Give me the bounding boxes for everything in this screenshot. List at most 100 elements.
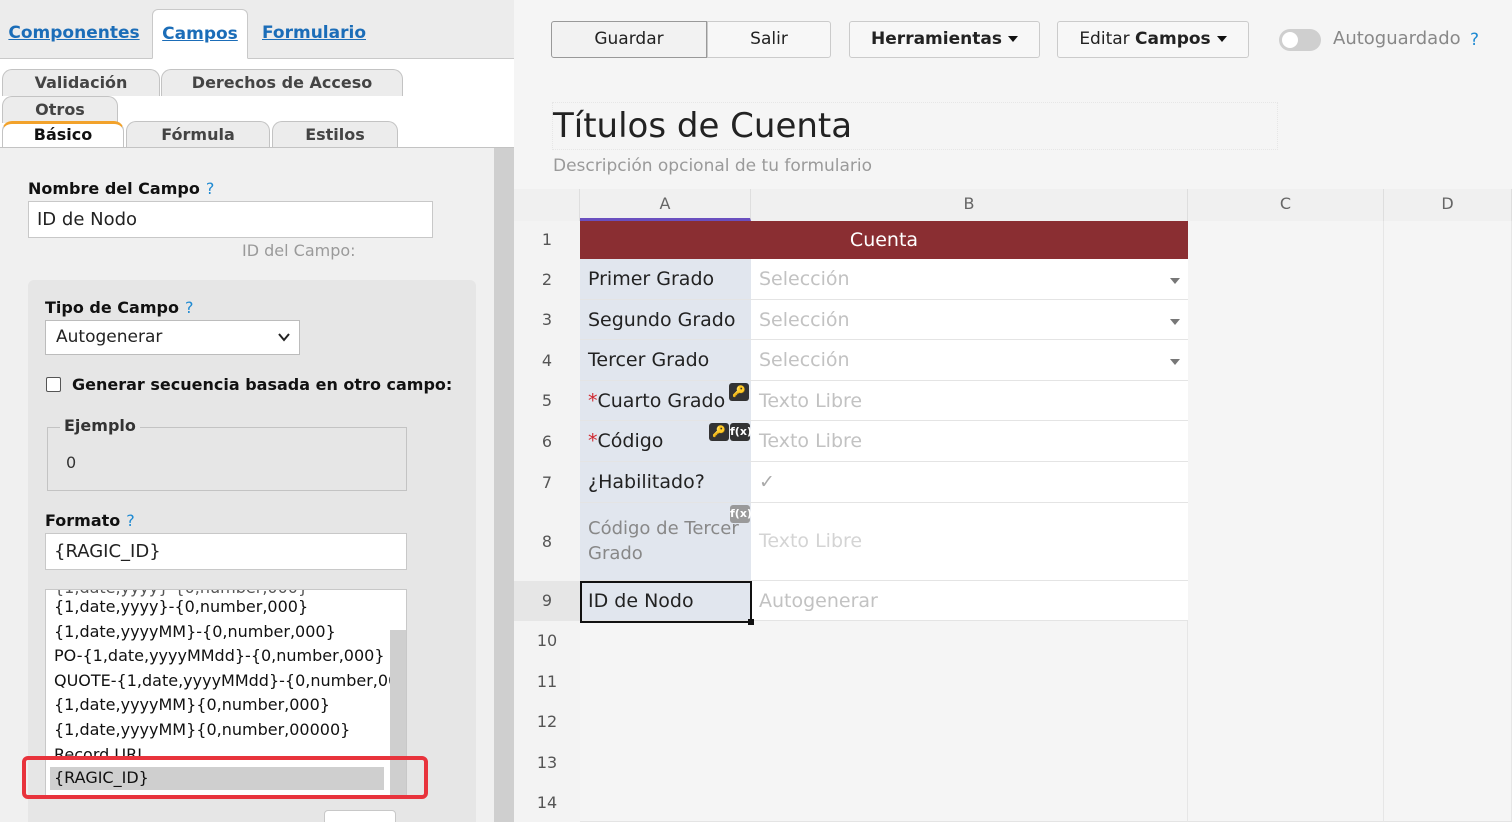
required-mark: * <box>588 390 598 412</box>
row-header[interactable]: 7 <box>514 462 580 503</box>
row-header[interactable]: 4 <box>514 340 580 381</box>
form-description[interactable]: Descripción opcional de tu formulario <box>553 156 872 176</box>
field-label-codigo-tercer-grado[interactable]: Código de Tercer Grado f(x) <box>580 503 752 581</box>
format-input[interactable] <box>45 533 407 570</box>
help-icon[interactable]: ? <box>1470 30 1479 50</box>
subtab-basico[interactable]: Básico <box>2 121 124 148</box>
field-value-codigo[interactable]: Texto Libre <box>751 421 1188 462</box>
field-name-input[interactable] <box>28 201 433 238</box>
placeholder-text: Selección <box>759 349 850 371</box>
subtab-validacion[interactable]: Validación <box>2 69 160 96</box>
subtab-estilos[interactable]: Estilos <box>272 121 398 148</box>
tools-button[interactable]: Herramientas <box>849 21 1040 58</box>
empty-column-c <box>1188 221 1384 822</box>
field-label-cuarto-grado[interactable]: *Cuarto Grado 🔑 <box>580 381 751 421</box>
field-label-primer-grado[interactable]: Primer Grado <box>580 259 751 300</box>
field-value-segundo-grado[interactable]: Selección <box>751 300 1188 340</box>
field-settings-panel: Componentes Campos Formulario Validación… <box>0 0 514 822</box>
sequence-checkbox[interactable] <box>46 377 61 392</box>
selected-cell-outline <box>580 581 754 625</box>
empty-rows <box>580 621 1188 822</box>
row-header[interactable]: 13 <box>514 742 580 783</box>
subtab-otros[interactable]: Otros <box>2 96 118 123</box>
highlight-box <box>22 756 428 799</box>
column-header-d[interactable]: D <box>1384 189 1512 221</box>
help-icon[interactable]: ? <box>126 511 135 530</box>
dropdown-arrow-icon <box>1170 278 1180 284</box>
field-label-habilitado[interactable]: ¿Habilitado? <box>580 462 751 503</box>
chevron-down-icon <box>277 321 291 367</box>
empty-column-d <box>1384 221 1512 822</box>
autosave-toggle[interactable] <box>1279 29 1321 51</box>
row-header[interactable]: 6 <box>514 421 580 462</box>
field-value-id-de-nodo[interactable]: Autogenerar <box>751 581 1188 621</box>
form-designer: Guardar Salir Herramientas Editar Campos… <box>514 0 1512 822</box>
row-header[interactable]: 10 <box>514 621 580 661</box>
list-item[interactable]: {1,date,yyyy}-{0,number,000} <box>54 597 308 616</box>
field-value-codigo-tercer-grado[interactable]: Texto Libre <box>751 503 1188 581</box>
edit-fields-button[interactable]: Editar Campos <box>1057 21 1249 58</box>
field-label-segundo-grado[interactable]: Segundo Grado <box>580 300 751 340</box>
list-item[interactable]: {1,date,yyyyMM}{0,number,000} <box>54 695 330 714</box>
list-item[interactable]: {1,date,yyyy}-{0,number,000} <box>54 590 308 597</box>
example-legend: Ejemplo <box>60 416 140 435</box>
field-label-line: Grado <box>588 543 643 564</box>
row-header[interactable]: 5 <box>514 381 580 421</box>
column-header-b[interactable]: B <box>751 189 1188 221</box>
form-title[interactable]: Títulos de Cuenta <box>552 102 1278 150</box>
row-header[interactable]: 11 <box>514 661 580 702</box>
column-header-c[interactable]: C <box>1188 189 1384 221</box>
row-header[interactable]: 14 <box>514 783 580 822</box>
format-label-text: Formato <box>45 511 121 530</box>
field-type-label-text: Tipo de Campo <box>45 298 179 317</box>
subtab-derechos-acceso[interactable]: Derechos de Acceso <box>161 69 403 96</box>
row-header[interactable]: 2 <box>514 259 580 300</box>
field-value-primer-grado[interactable]: Selección <box>751 259 1188 300</box>
field-name-label-text: Nombre del Campo <box>28 179 200 198</box>
save-button[interactable]: Guardar <box>551 21 707 58</box>
row-header[interactable]: 12 <box>514 702 580 742</box>
help-icon[interactable]: ? <box>206 179 215 198</box>
field-label-codigo[interactable]: *Código 🔑 f(x) <box>580 421 752 462</box>
field-value-tercer-grado[interactable]: Selección <box>751 340 1188 381</box>
formula-icon: f(x) <box>730 423 752 441</box>
list-item[interactable]: {1,date,yyyyMM}-{0,number,000} <box>54 622 336 641</box>
top-tab-bar: Componentes Campos Formulario <box>0 0 514 59</box>
dropdown-arrow-icon <box>1170 319 1180 325</box>
field-type-select[interactable]: Autogenerar <box>45 320 300 355</box>
row-header[interactable]: 9 <box>514 581 580 621</box>
row-header[interactable]: 1 <box>514 221 580 259</box>
field-label-tercer-grado[interactable]: Tercer Grado <box>580 340 751 381</box>
edit-label: Editar <box>1079 29 1136 49</box>
small-button[interactable] <box>324 810 396 822</box>
field-label-text: Cuarto Grado <box>597 390 726 412</box>
tab-componentes[interactable]: Componentes <box>8 9 140 58</box>
subtab-formula[interactable]: Fórmula <box>126 121 270 148</box>
caret-down-icon <box>1216 36 1227 42</box>
row-header[interactable]: 3 <box>514 300 580 340</box>
list-item[interactable]: {1,date,yyyyMM}{0,number,00000} <box>54 720 350 739</box>
field-value-cuarto-grado[interactable]: Texto Libre <box>751 381 1188 421</box>
list-item[interactable]: QUOTE-{1,date,yyyyMMdd}-{0,number,000} <box>54 671 406 690</box>
exit-button[interactable]: Salir <box>707 21 831 58</box>
field-label-text: Código <box>597 430 664 452</box>
checkmark-icon: ✓ <box>759 471 775 493</box>
dropdown-arrow-icon <box>1170 359 1180 365</box>
row-header[interactable]: 8 <box>514 503 580 581</box>
section-header-cell[interactable]: Cuenta <box>580 221 1188 259</box>
key-icon: 🔑 <box>709 423 729 441</box>
edit-label-bold: Campos <box>1135 29 1211 49</box>
autosave-label: Autoguardado <box>1333 28 1461 49</box>
field-type-value: Autogenerar <box>56 327 163 347</box>
column-header-a[interactable]: A <box>580 189 751 221</box>
field-label-line: Código de Tercer <box>588 518 739 539</box>
example-value: 0 <box>66 453 77 472</box>
list-item[interactable]: PO-{1,date,yyyyMMdd}-{0,number,000} <box>54 646 385 665</box>
placeholder-text: Selección <box>759 268 850 290</box>
tab-formulario[interactable]: Formulario <box>258 9 370 58</box>
field-value-habilitado[interactable]: ✓ <box>751 462 1188 503</box>
help-icon[interactable]: ? <box>185 298 194 317</box>
tab-campos[interactable]: Campos <box>152 9 248 59</box>
panel-scrollbar[interactable] <box>494 148 514 822</box>
key-icon: 🔑 <box>729 383 749 401</box>
